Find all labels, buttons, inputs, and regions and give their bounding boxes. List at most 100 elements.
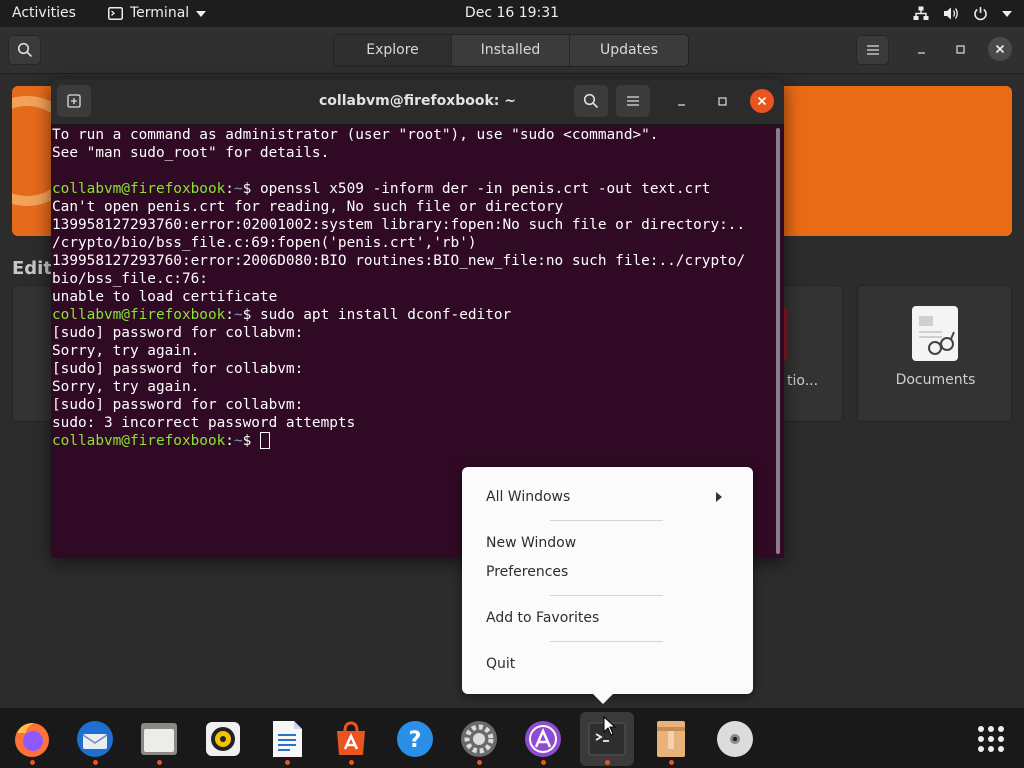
system-tray[interactable] [913, 0, 1012, 27]
terminal-text: $ sudo apt install dconf-editor [242, 307, 512, 323]
clock[interactable]: Dec 16 19:31 [465, 5, 559, 21]
terminal-text: sudo: 3 incorrect password attempts [52, 415, 356, 431]
terminal-text: bio/bss_file.c:76: [52, 271, 208, 287]
terminal-text: [sudo] password for collabvm: [52, 361, 304, 377]
search-button[interactable] [574, 85, 608, 117]
menu-pointer [593, 694, 613, 704]
terminal-text: 139958127293760:error:2006D080:BIO routi… [52, 253, 746, 269]
menu-item-new-window[interactable]: New Window [486, 533, 576, 553]
search-icon [17, 42, 32, 58]
new-tab-button[interactable] [57, 85, 91, 117]
terminal-app-icon [108, 7, 123, 20]
tab-installed[interactable]: Installed [452, 35, 570, 66]
menu-separator [550, 595, 663, 596]
network-icon [913, 6, 929, 20]
software-icon[interactable] [324, 712, 378, 766]
terminal-line: collabvm@firefoxbook:~$ [52, 432, 774, 450]
scrollbar[interactable] [776, 128, 780, 554]
software-header: Explore Installed Updates [0, 27, 1024, 74]
chevron-down-icon [196, 10, 207, 17]
close-button[interactable] [988, 37, 1012, 61]
featured-banner-left[interactable] [12, 86, 52, 236]
top-bar: Activities Terminal Dec 16 19:31 [0, 0, 1024, 27]
minimize-button[interactable] [909, 37, 933, 61]
terminal-line: collabvm@firefoxbook:~$ openssl x509 -in… [52, 180, 774, 198]
new-tab-icon [67, 94, 81, 108]
minimize-icon [677, 103, 685, 106]
terminal-line: [sudo] password for collabvm: [52, 324, 774, 342]
terminal-text: [sudo] password for collabvm: [52, 325, 304, 341]
prompt-path: ~ [233, 181, 243, 197]
tab-updates[interactable]: Updates [570, 35, 688, 66]
app-card-label: tio... [787, 373, 819, 389]
close-button[interactable] [750, 89, 774, 113]
prompt-separator: : [225, 433, 234, 449]
maximize-icon [955, 44, 965, 54]
thunderbird-icon[interactable] [68, 712, 122, 766]
terminal-text: Can't open penis.crt for reading, No suc… [52, 199, 564, 215]
section-heading: Editors [12, 258, 52, 279]
search-button[interactable] [8, 35, 41, 65]
app-card[interactable]: tio... [783, 285, 843, 422]
terminal-line: To run a command as administrator (user … [52, 126, 774, 144]
terminal-text: 139958127293760:error:02001002:system li… [52, 217, 746, 233]
disc-icon[interactable] [708, 712, 762, 766]
prompt-path: ~ [233, 307, 243, 323]
menu-item-preferences[interactable]: Preferences [486, 562, 568, 582]
app-card-documents[interactable]: Documents [857, 285, 1012, 422]
volume-icon [944, 7, 958, 20]
app-center-icon[interactable] [516, 712, 570, 766]
prompt-path: ~ [233, 433, 243, 449]
activities-button[interactable]: Activities [12, 0, 76, 27]
terminal-line: unable to load certificate [52, 288, 774, 306]
maximize-button[interactable] [948, 37, 972, 61]
terminal-line: Sorry, try again. [52, 342, 774, 360]
help-icon[interactable]: ? [388, 712, 442, 766]
app-menu-label: Terminal [130, 5, 190, 21]
app-menu[interactable]: Terminal [108, 0, 207, 27]
terminal-header: collabvm@firefoxbook: ~ [51, 79, 784, 125]
minimize-icon [917, 51, 925, 54]
files-icon[interactable] [132, 712, 186, 766]
menu-separator [550, 641, 663, 642]
documents-icon [912, 306, 958, 361]
featured-banner-right[interactable] [783, 86, 1012, 236]
terminal-line: [sudo] password for collabvm: [52, 360, 774, 378]
terminal-line: /crypto/bio/bss_file.c:69:fopen('penis.c… [52, 234, 774, 252]
terminal-text: [sudo] password for collabvm: [52, 397, 304, 413]
prompt-separator: : [225, 181, 234, 197]
chevron-right-icon [716, 492, 722, 502]
terminal-line: bio/bss_file.c:76: [52, 270, 774, 288]
archive-icon[interactable] [644, 712, 698, 766]
menu-item-quit[interactable]: Quit [486, 654, 515, 674]
menu-button[interactable] [856, 35, 889, 65]
terminal-text: Sorry, try again. [52, 379, 200, 395]
terminal-line: Can't open penis.crt for reading, No suc… [52, 198, 774, 216]
maximize-button[interactable] [710, 89, 734, 113]
writer-icon[interactable] [260, 712, 314, 766]
power-icon [974, 7, 987, 21]
menu-button[interactable] [616, 85, 650, 117]
close-icon [995, 44, 1005, 54]
settings-icon[interactable] [452, 712, 506, 766]
tab-explore[interactable]: Explore [334, 35, 452, 66]
minimize-button[interactable] [669, 89, 693, 113]
terminal-line: See "man sudo_root" for details. [52, 144, 774, 162]
firefox-icon[interactable] [5, 712, 59, 766]
menu-item-all-windows[interactable]: All Windows [486, 487, 570, 507]
terminal-line: 139958127293760:error:2006D080:BIO routi… [52, 252, 774, 270]
rhythmbox-icon[interactable] [196, 712, 250, 766]
app-card[interactable] [12, 285, 52, 422]
terminal-text: To run a command as administrator (user … [52, 127, 659, 143]
menu-separator [550, 520, 663, 521]
menu-item-add-to-favorites[interactable]: Add to Favorites [486, 608, 599, 628]
show-apps-icon[interactable] [964, 712, 1018, 766]
terminal-text: Sorry, try again. [52, 343, 200, 359]
dock-context-menu: All Windows New Window Preferences Add t… [462, 467, 753, 694]
maximize-icon [717, 96, 727, 106]
terminal-text: $ openssl x509 -inform der -in penis.crt… [242, 181, 711, 197]
terminal-text: $ [242, 433, 260, 449]
terminal-line: 139958127293760:error:02001002:system li… [52, 216, 774, 234]
prompt-user: collabvm@firefoxbook [52, 181, 226, 197]
